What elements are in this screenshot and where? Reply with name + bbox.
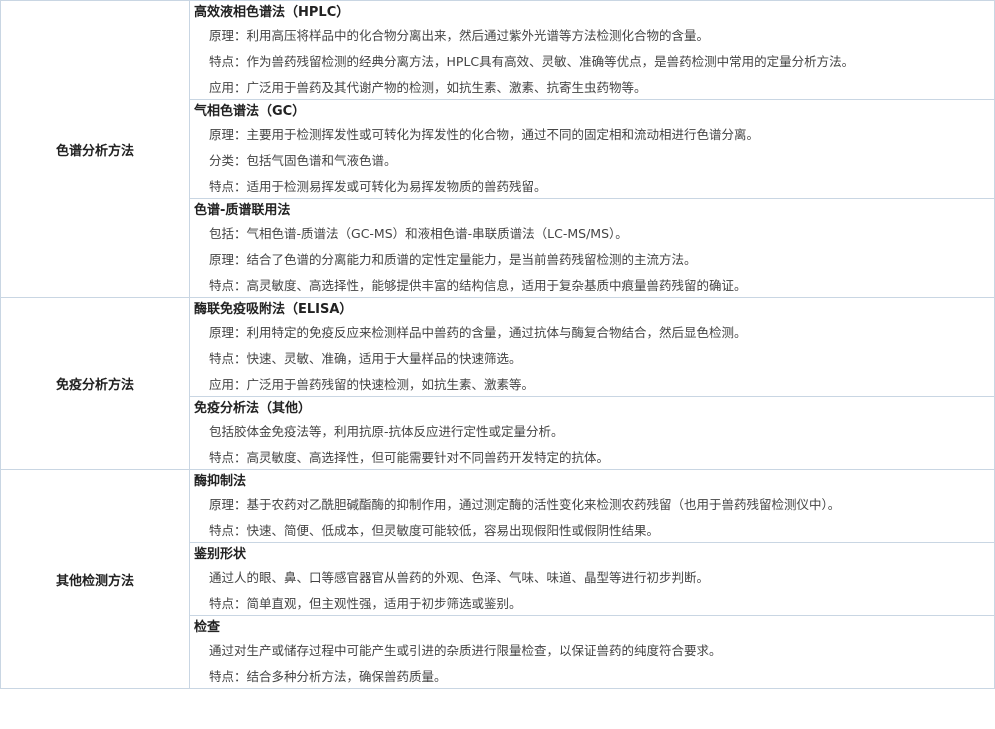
method-line: 原理：利用特定的免疫反应来检测样品中兽药的含量，通过抗体与酶复合物结合，然后显色…: [209, 325, 747, 340]
method-cell: 酶联免疫吸附法（ELISA） 原理：利用特定的免疫反应来检测样品中兽药的含量，通…: [189, 297, 995, 397]
method-line: 分类：包括气固色谱和气液色谱。: [209, 153, 397, 168]
method-line: 包括：气相色谱-质谱法（GC-MS）和液相色谱-串联质谱法（LC-MS/MS）。: [209, 226, 628, 241]
method-cell: 高效液相色谱法（HPLC） 原理：利用高压将样品中的化合物分离出来，然后通过紫外…: [189, 0, 995, 100]
method-title: 检查: [194, 620, 221, 635]
method-title: 免疫分析法（其他）: [194, 401, 312, 416]
method-line: 特点：作为兽药残留检测的经典分离方法，HPLC具有高效、灵敏、准确等优点，是兽药…: [209, 54, 855, 69]
method-title: 酶联免疫吸附法（ELISA）: [194, 302, 353, 317]
method-title: 色谱-质谱联用法: [194, 203, 291, 218]
method-line: 特点：快速、简便、低成本，但灵敏度可能较低，容易出现假阳性或假阴性结果。: [209, 523, 660, 538]
methods-table: 色谱分析方法 高效液相色谱法（HPLC） 原理：利用高压将样品中的化合物分离出来…: [0, 0, 995, 689]
method-cell: 气相色谱法（GC） 原理：主要用于检测挥发性或可转化为挥发性的化合物，通过不同的…: [189, 99, 995, 199]
method-line: 应用：广泛用于兽药残留的快速检测，如抗生素、激素等。: [209, 377, 535, 392]
method-line: 特点：快速、灵敏、准确，适用于大量样品的快速筛选。: [209, 351, 522, 366]
method-line: 特点：高灵敏度、高选择性，但可能需要针对不同兽药开发特定的抗体。: [209, 450, 610, 465]
method-title: 酶抑制法: [194, 474, 247, 489]
method-line: 通过对生产或储存过程中可能产生或引进的杂质进行限量检查，以保证兽药的纯度符合要求…: [209, 643, 722, 658]
method-title: 鉴别形状: [194, 547, 247, 562]
method-title: 高效液相色谱法（HPLC）: [194, 5, 350, 20]
method-line: 原理：主要用于检测挥发性或可转化为挥发性的化合物，通过不同的固定相和流动相进行色…: [209, 127, 760, 142]
method-title: 气相色谱法（GC）: [194, 104, 306, 119]
method-cell: 鉴别形状 通过人的眼、鼻、口等感官器官从兽药的外观、色泽、气味、味道、晶型等进行…: [189, 542, 995, 616]
method-cell: 检查 通过对生产或储存过程中可能产生或引进的杂质进行限量检查，以保证兽药的纯度符…: [189, 615, 995, 689]
method-line: 特点：高灵敏度、高选择性，能够提供丰富的结构信息，适用于复杂基质中痕量兽药残留的…: [209, 278, 747, 293]
table-row: 色谱分析方法 高效液相色谱法（HPLC） 原理：利用高压将样品中的化合物分离出来…: [0, 0, 995, 298]
category-cell: 免疫分析方法: [0, 297, 190, 470]
method-line: 应用：广泛用于兽药及其代谢产物的检测，如抗生素、激素、抗寄生虫药物等。: [209, 80, 647, 95]
method-cell: 酶抑制法 原理：基于农药对乙酰胆碱酯酶的抑制作用，通过测定酶的活性变化来检测农药…: [189, 469, 995, 543]
method-line: 特点：简单直观，但主观性强，适用于初步筛选或鉴别。: [209, 596, 522, 611]
method-line: 原理：基于农药对乙酰胆碱酯酶的抑制作用，通过测定酶的活性变化来检测农药残留（也用…: [209, 497, 841, 512]
method-cell: 色谱-质谱联用法 包括：气相色谱-质谱法（GC-MS）和液相色谱-串联质谱法（L…: [189, 198, 995, 298]
method-line: 原理：利用高压将样品中的化合物分离出来，然后通过紫外光谱等方法检测化合物的含量。: [209, 28, 710, 43]
method-line: 包括胶体金免疫法等，利用抗原-抗体反应进行定性或定量分析。: [209, 424, 564, 439]
method-line: 通过人的眼、鼻、口等感官器官从兽药的外观、色泽、气味、味道、晶型等进行初步判断。: [209, 570, 710, 585]
method-cell: 免疫分析法（其他） 包括胶体金免疫法等，利用抗原-抗体反应进行定性或定量分析。 …: [189, 396, 995, 470]
method-line: 特点：适用于检测易挥发或可转化为易挥发物质的兽药残留。: [209, 179, 547, 194]
table-row: 免疫分析方法 酶联免疫吸附法（ELISA） 原理：利用特定的免疫反应来检测样品中…: [0, 297, 995, 470]
table-row: 其他检测方法 酶抑制法 原理：基于农药对乙酰胆碱酯酶的抑制作用，通过测定酶的活性…: [0, 469, 995, 689]
category-cell: 色谱分析方法: [0, 0, 190, 298]
method-line: 原理：结合了色谱的分离能力和质谱的定性定量能力，是当前兽药残留检测的主流方法。: [209, 252, 697, 267]
method-line: 特点：结合多种分析方法，确保兽药质量。: [209, 669, 447, 684]
category-cell: 其他检测方法: [0, 469, 190, 689]
